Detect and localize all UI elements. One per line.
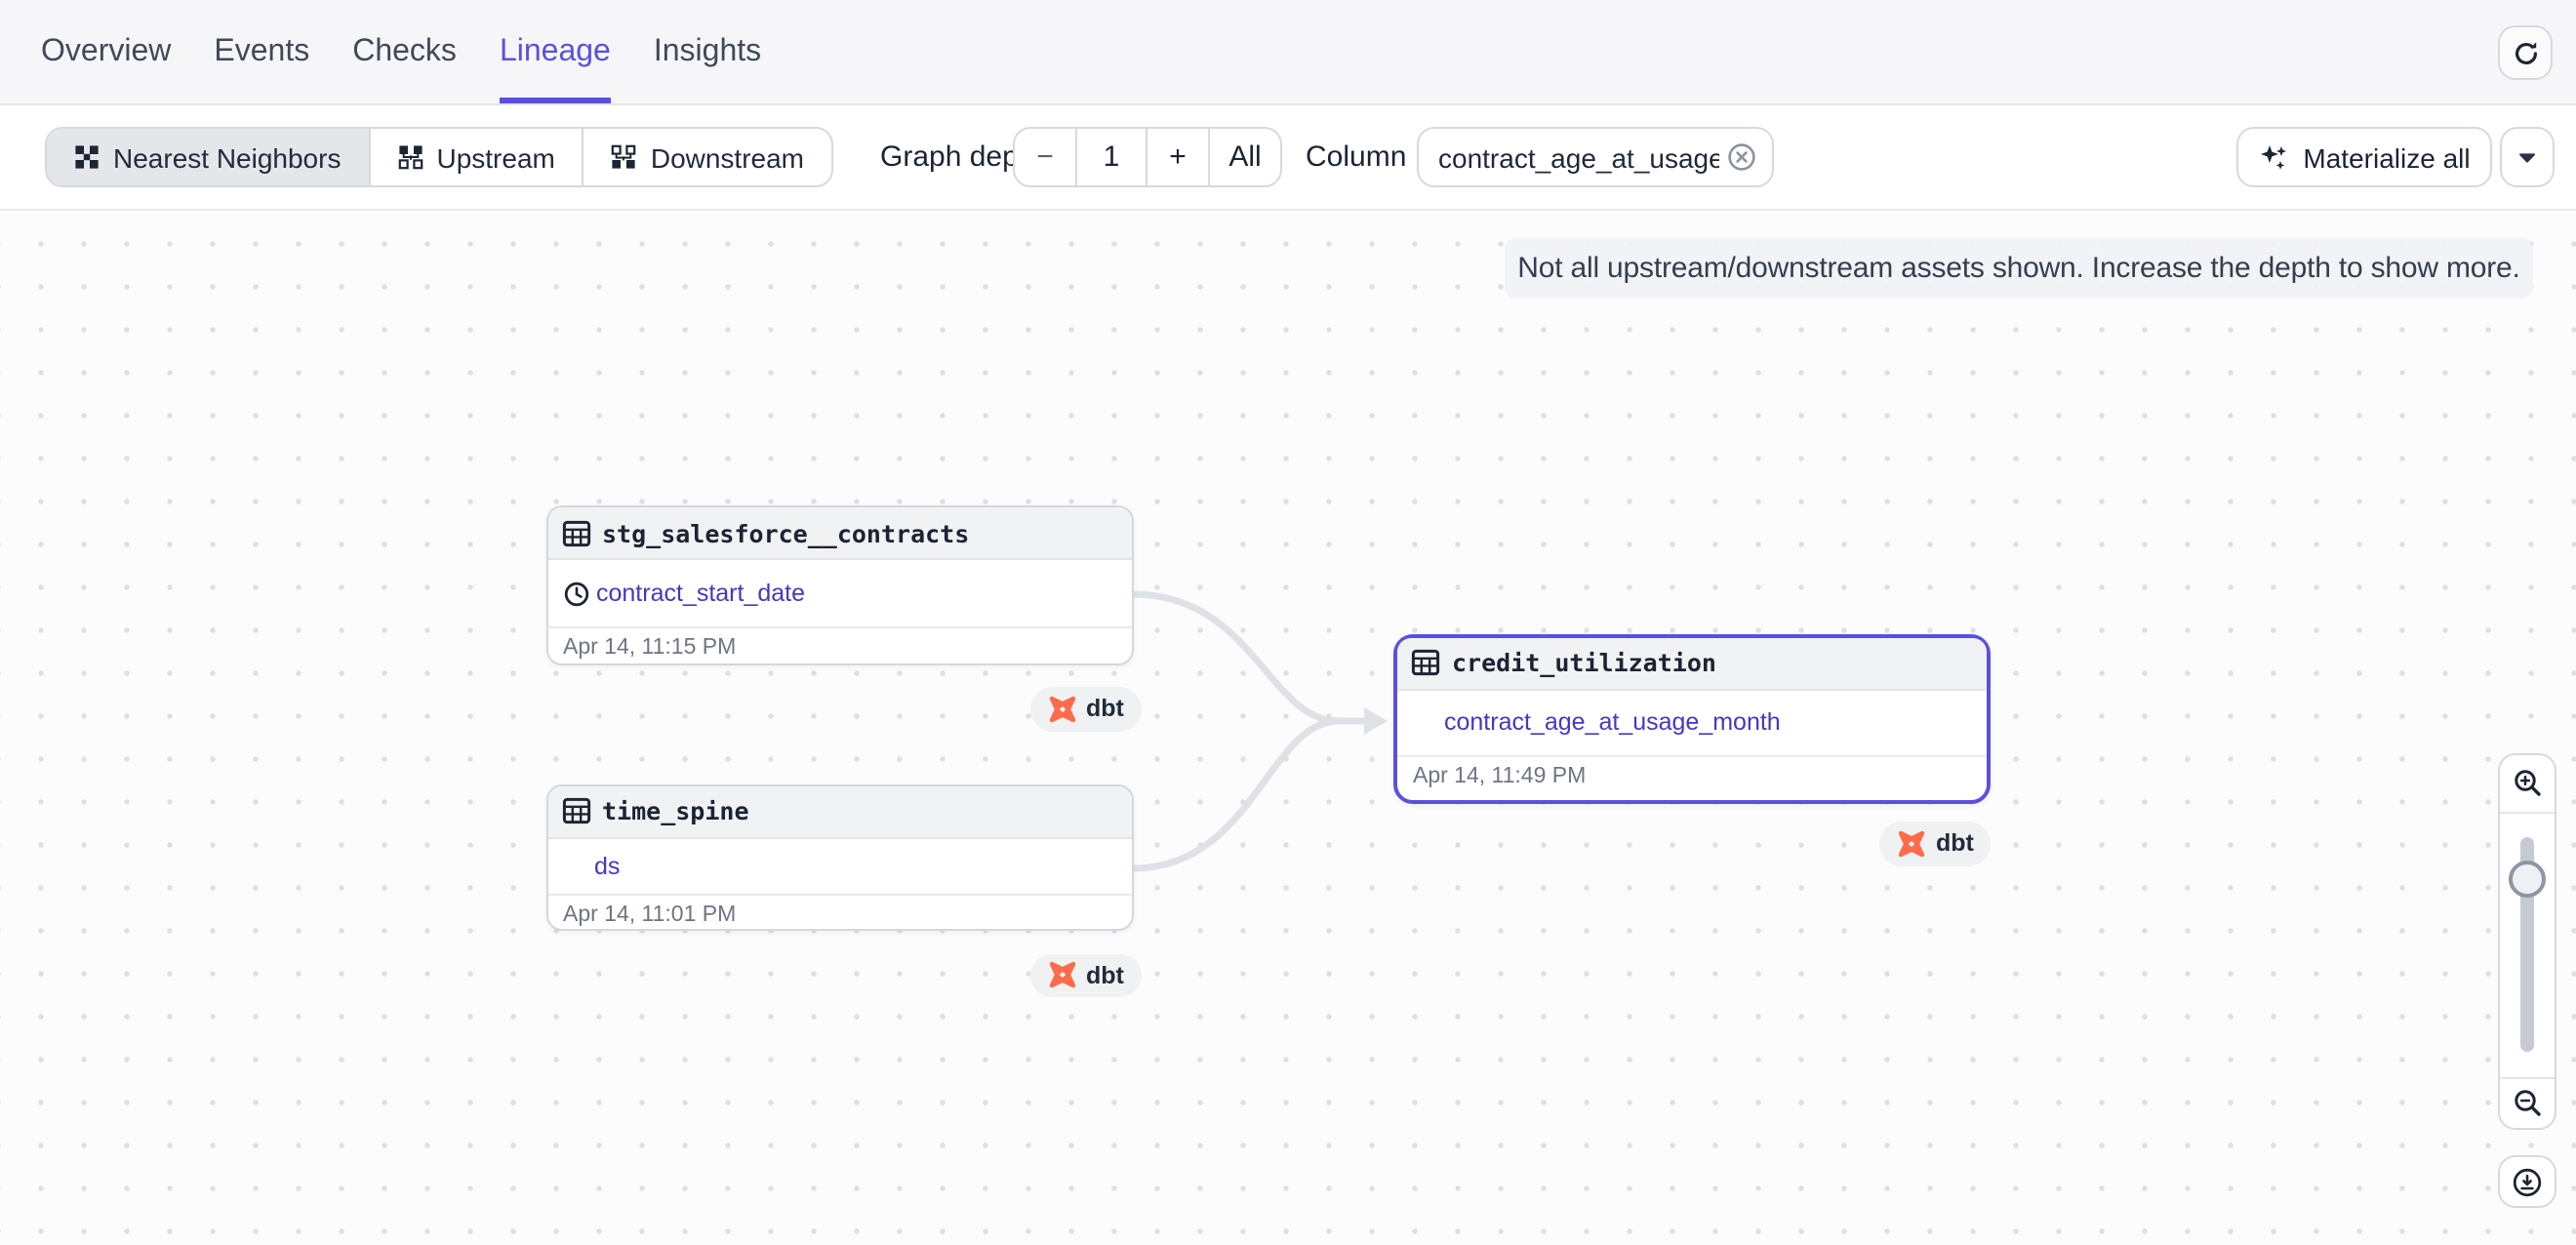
- sparkles-icon: [2258, 141, 2289, 173]
- dbt-badge: dbt: [1029, 687, 1142, 731]
- dbt-badge-label: dbt: [1086, 696, 1124, 723]
- node-header[interactable]: credit_utilization: [1397, 637, 1987, 690]
- depth-increment-button[interactable]: +: [1147, 129, 1210, 185]
- node-time-spine[interactable]: time_spine ds Apr 14, 11:01 PM: [545, 783, 1133, 931]
- materialize-all-button[interactable]: Materialize all: [2236, 127, 2492, 187]
- refresh-button[interactable]: [2498, 25, 2553, 80]
- view-mode-label: Downstream: [651, 141, 804, 173]
- node-timestamp: Apr 14, 11:15 PM: [547, 626, 1131, 667]
- view-mode-group: Nearest Neighbors Upstream Downstream: [45, 127, 833, 187]
- column-name[interactable]: ds: [594, 853, 620, 880]
- zoom-slider-handle[interactable]: [2509, 861, 2546, 898]
- materialize-dropdown-button[interactable]: [2500, 127, 2555, 187]
- graph-depth-stepper: − 1 + All: [1013, 127, 1282, 187]
- node-column-row[interactable]: contract_age_at_usage_month: [1397, 690, 1987, 754]
- tab-events[interactable]: Events: [214, 0, 309, 103]
- lineage-edges: [0, 211, 2576, 1245]
- zoom-slider[interactable]: [2500, 814, 2555, 1077]
- upstream-icon: [397, 144, 423, 170]
- clock-icon: [563, 581, 588, 606]
- node-stg-salesforce-contracts[interactable]: stg_salesforce__contracts contract_start…: [545, 505, 1133, 665]
- node-timestamp: Apr 14, 11:49 PM: [1397, 754, 1987, 797]
- node-header[interactable]: stg_salesforce__contracts: [547, 507, 1131, 560]
- column-name[interactable]: contract_age_at_usage_month: [1444, 708, 1781, 736]
- dbt-logo-icon: [1047, 961, 1076, 990]
- view-mode-label: Nearest Neighbors: [113, 141, 341, 173]
- node-column-row[interactable]: ds: [547, 838, 1131, 894]
- node-title: credit_utilization: [1452, 648, 1716, 677]
- tab-insights[interactable]: Insights: [654, 0, 761, 103]
- depth-decrement-button[interactable]: −: [1015, 129, 1077, 185]
- node-timestamp: Apr 14, 11:01 PM: [547, 894, 1131, 933]
- dbt-badge-label: dbt: [1936, 830, 1974, 858]
- dbt-badge: dbt: [1879, 822, 1992, 865]
- depth-value[interactable]: 1: [1077, 129, 1147, 185]
- column-name[interactable]: contract_start_date: [596, 580, 805, 607]
- dbt-badge-label: dbt: [1086, 962, 1124, 989]
- node-title: stg_salesforce__contracts: [602, 518, 969, 547]
- lineage-page: Overview Events Checks Lineage Insights …: [0, 0, 2576, 1245]
- dbt-logo-icon: [1047, 695, 1076, 724]
- zoom-out-icon: [2513, 1089, 2542, 1118]
- node-column-row[interactable]: contract_start_date: [547, 560, 1131, 626]
- top-nav: Overview Events Checks Lineage Insights: [0, 0, 2576, 105]
- node-title: time_spine: [602, 796, 749, 825]
- tab-overview[interactable]: Overview: [41, 0, 171, 103]
- refresh-icon: [2511, 38, 2540, 67]
- dbt-logo-icon: [1897, 829, 1926, 859]
- view-mode-label: Upstream: [436, 141, 554, 173]
- download-icon: [2512, 1166, 2543, 1197]
- column-label: Column: [1306, 127, 1406, 187]
- dbt-badge: dbt: [1029, 953, 1142, 997]
- download-image-button[interactable]: [2498, 1155, 2556, 1208]
- table-icon: [561, 796, 590, 825]
- tab-lineage[interactable]: Lineage: [500, 0, 611, 103]
- zoom-in-icon: [2513, 769, 2542, 798]
- table-icon: [561, 518, 590, 547]
- column-filter-pill[interactable]: contract_age_at_usage_: [1417, 127, 1774, 187]
- node-header[interactable]: time_spine: [547, 785, 1131, 838]
- lineage-canvas[interactable]: Not all upstream/downstream assets shown…: [0, 211, 2576, 1245]
- column-filter-value: contract_age_at_usage_: [1438, 141, 1719, 173]
- nearest-neighbors-icon: [74, 144, 100, 170]
- lineage-toolbar: Nearest Neighbors Upstream Downstream Gr…: [0, 105, 2576, 211]
- materialize-all-label: Materialize all: [2303, 141, 2470, 173]
- depth-notice: Not all upstream/downstream assets shown…: [1505, 238, 2533, 299]
- downstream-icon: [612, 144, 637, 170]
- chevron-down-icon: [2517, 151, 2537, 163]
- table-icon: [1411, 648, 1440, 677]
- zoom-in-button[interactable]: [2500, 755, 2555, 814]
- view-mode-nearest-neighbors[interactable]: Nearest Neighbors: [47, 129, 370, 185]
- view-mode-upstream[interactable]: Upstream: [370, 129, 584, 185]
- clear-column-icon[interactable]: [1727, 142, 1756, 172]
- view-mode-downstream[interactable]: Downstream: [584, 129, 831, 185]
- tab-checks[interactable]: Checks: [352, 0, 457, 103]
- depth-all-button[interactable]: All: [1210, 129, 1280, 185]
- zoom-out-button[interactable]: [2500, 1077, 2555, 1128]
- node-credit-utilization[interactable]: credit_utilization contract_age_at_usage…: [1393, 633, 1991, 803]
- zoom-panel: [2498, 753, 2556, 1130]
